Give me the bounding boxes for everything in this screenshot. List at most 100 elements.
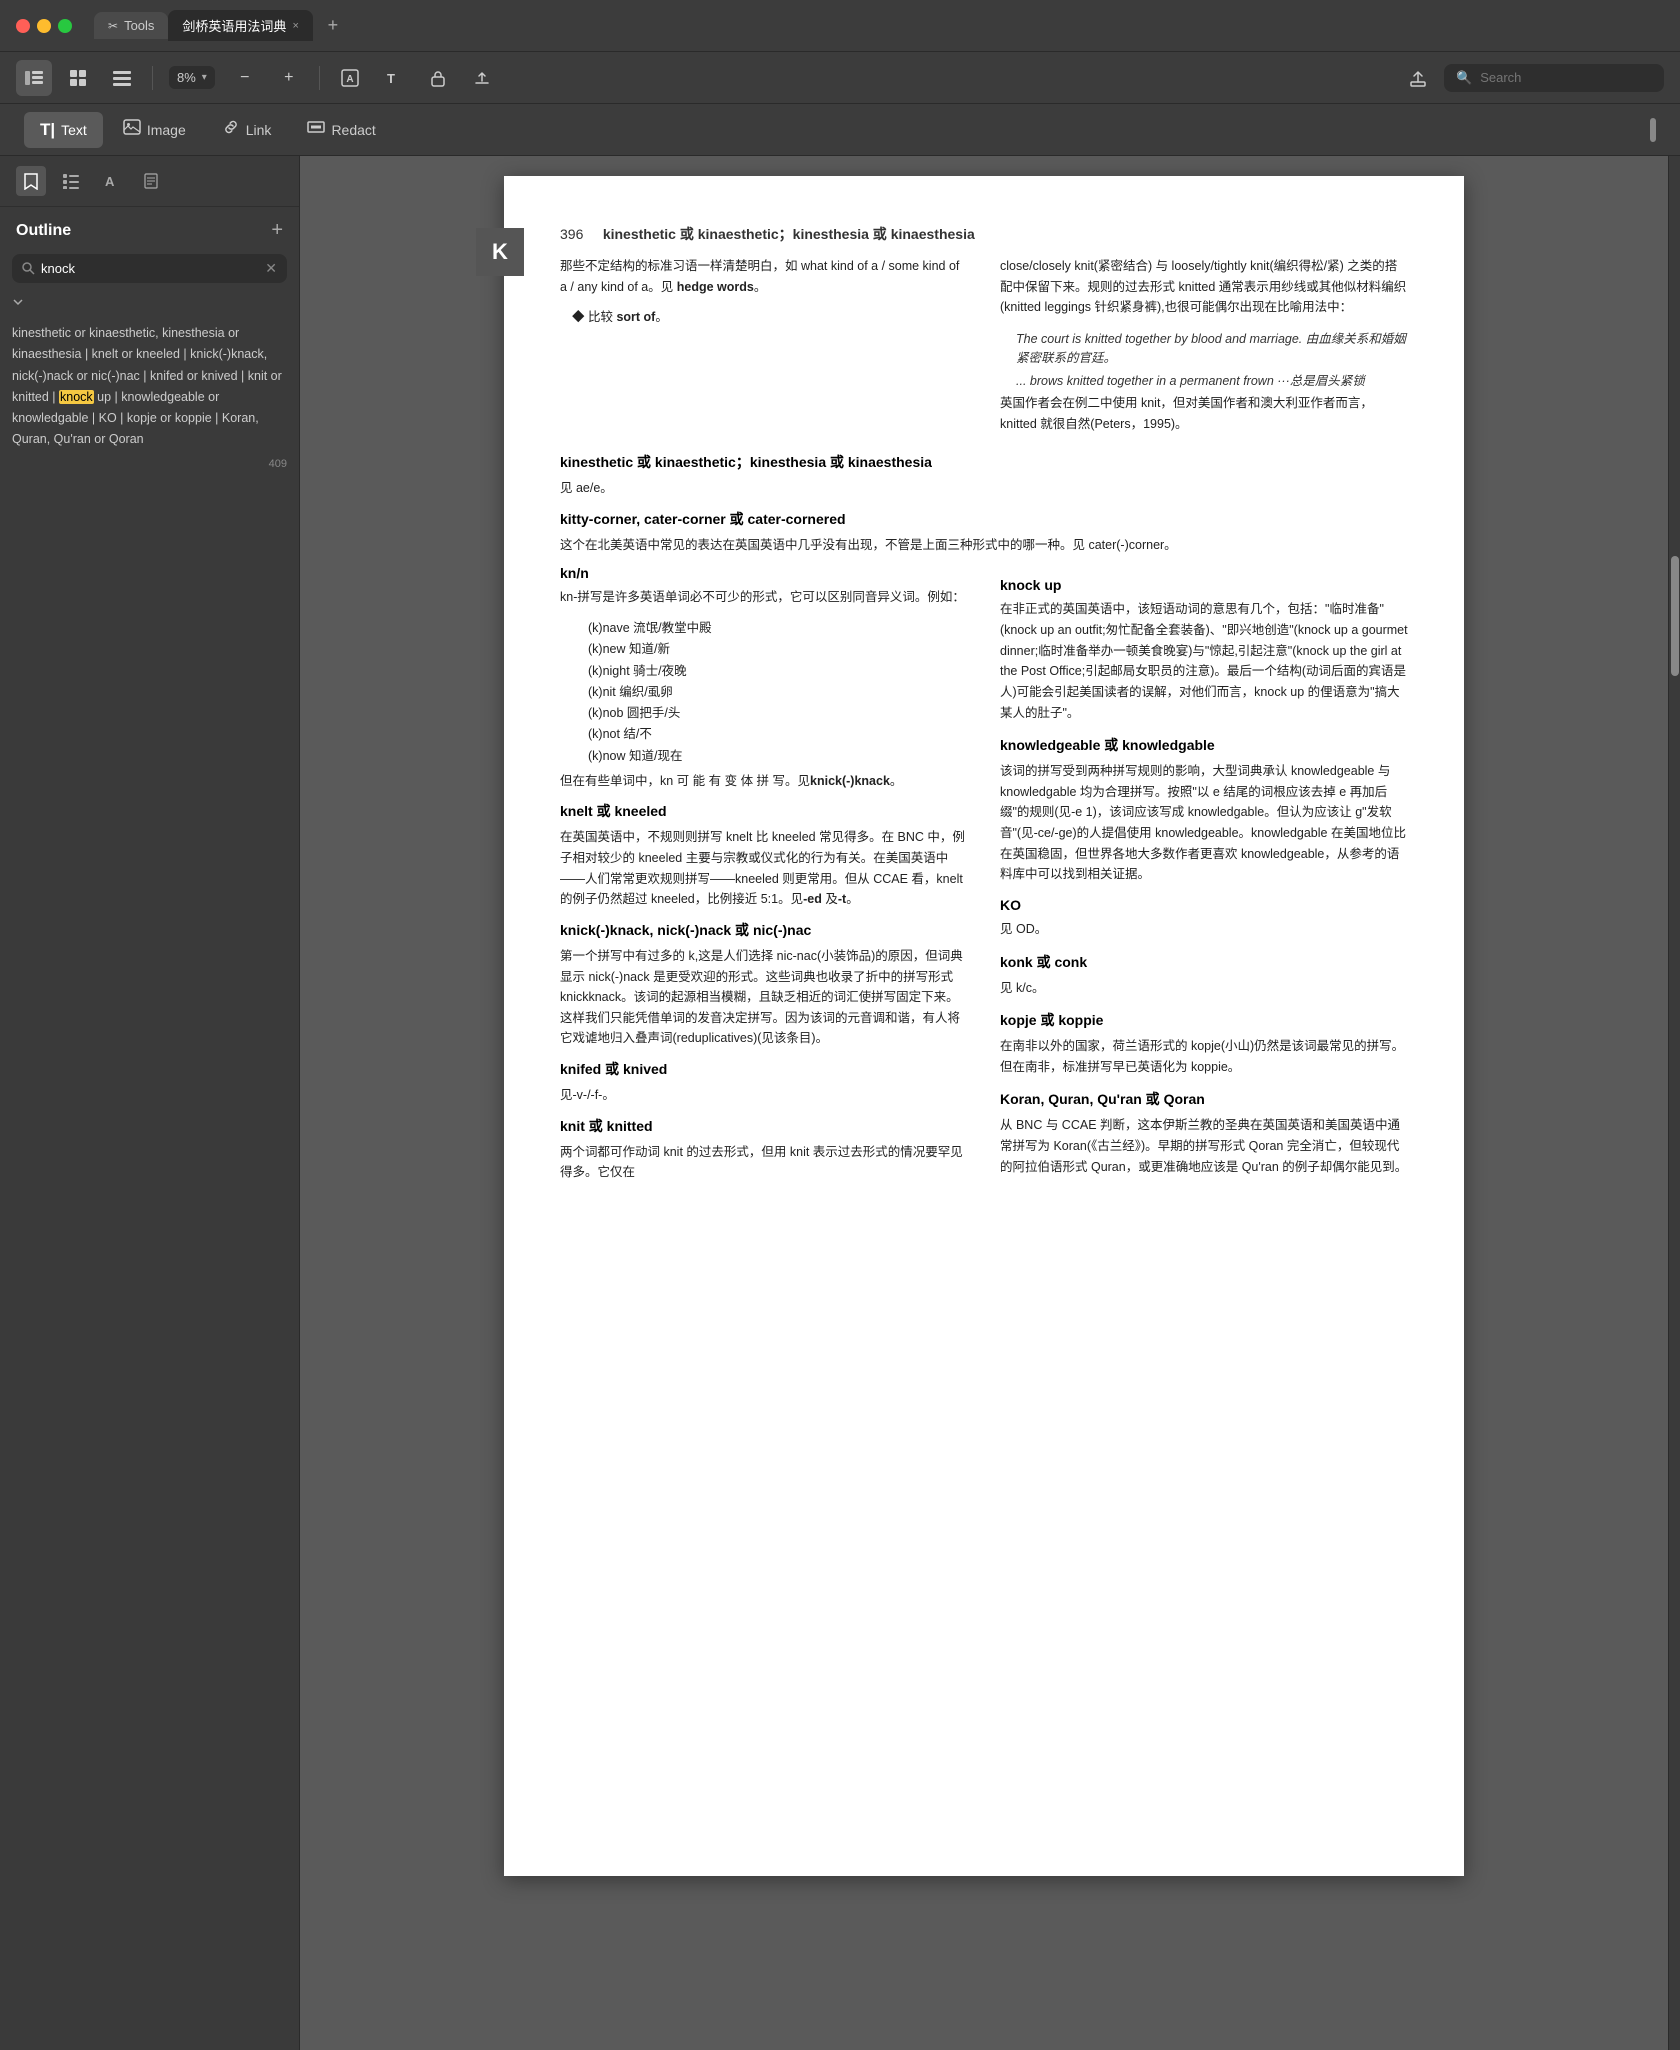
image-tool-label: Image xyxy=(147,122,186,138)
section2-sub: 见 ae/e。 xyxy=(560,478,1408,499)
fit-page-button[interactable]: A xyxy=(332,60,368,96)
tools-icon: ✂ xyxy=(108,19,118,33)
tab-dictionary[interactable]: 剑桥英语用法词典 × xyxy=(168,10,312,41)
zoom-value: 8% xyxy=(177,70,196,85)
title-bar: ✂ Tools 剑桥英语用法词典 × + xyxy=(0,0,1680,52)
main-layout: A Outline + ✕ kinesthetic or kinaestheti… xyxy=(0,156,1680,2050)
kn-item-5: (k)nob 圆把手/头 xyxy=(588,703,968,724)
ko-body: 见 OD。 xyxy=(1000,919,1408,940)
sidebar-tab-list[interactable] xyxy=(56,166,86,196)
sidebar-tab-text[interactable]: A xyxy=(96,166,126,196)
konk-body: 见 k/c。 xyxy=(1000,978,1408,999)
list-view-button[interactable] xyxy=(104,60,140,96)
kn-item-2: (k)new 知道/新 xyxy=(588,639,968,660)
konk-title: konk 或 conk xyxy=(1000,952,1408,972)
close-window-button[interactable] xyxy=(16,19,30,33)
tab-close-button[interactable]: × xyxy=(292,20,298,32)
koran-title: Koran, Quran, Qu'ran 或 Qoran xyxy=(1000,1089,1408,1109)
outline-expand-button[interactable] xyxy=(0,291,299,315)
search-input[interactable] xyxy=(1480,70,1640,85)
section1-col1-p2: ◆ 比较 sort of。 xyxy=(572,307,968,328)
section3-title: kitty-corner, cater-corner 或 cater-corne… xyxy=(560,509,1408,529)
section1-col2-p1: close/closely knit(紧密结合) 与 loosely/tight… xyxy=(1000,256,1408,318)
section1-title: kinesthetic 或 kinaesthetic；kinesthesia 或… xyxy=(603,226,975,242)
section4-p2: 但在有些单词中，kn 可 能 有 变 体 拼 写。见knick(-)knack。 xyxy=(560,771,968,792)
main-toolbar: 8% ▾ − + A T 🔍 xyxy=(0,52,1680,104)
svg-text:T: T xyxy=(387,71,395,86)
zoom-out-button[interactable]: − xyxy=(227,60,263,96)
outline-search-icon xyxy=(22,262,35,275)
knowledgeable-title: knowledgeable 或 knowledgable xyxy=(1000,735,1408,755)
kn-item-6: (k)not 结/不 xyxy=(588,724,968,745)
tab-tools[interactable]: ✂ Tools xyxy=(94,12,168,39)
sidebar-add-button[interactable]: + xyxy=(271,219,283,242)
sidebar-toggle-button[interactable] xyxy=(16,60,52,96)
section1-col-left: 那些不定结构的标准习语一样清楚明白，如 what kind of a / som… xyxy=(560,256,968,444)
knockup-body: 在非正式的英国英语中，该短语动词的意思有几个，包括："临时准备"(knock u… xyxy=(1000,599,1408,723)
lock-button[interactable] xyxy=(420,60,456,96)
tab-dictionary-label: 剑桥英语用法词典 xyxy=(182,16,286,35)
share-button[interactable] xyxy=(1400,60,1436,96)
text-tool-icon: T| xyxy=(40,120,55,140)
section6-body: 第一个拼写中有过多的 k,这是人们选择 nic-nac(小装饰品)的原因，但词典… xyxy=(560,946,968,1049)
sidebar-tab-bookmark[interactable] xyxy=(16,166,46,196)
kn-list: (k)nave 流氓/教堂中殿 (k)new 知道/新 (k)night 骑士/… xyxy=(560,618,968,767)
main-col-left: kn/n kn-拼写是许多英语单词必不可少的形式，它可以区别同音异义词。例如： … xyxy=(560,565,968,1193)
outline-content: kinesthetic or kinaesthetic, kinesthesia… xyxy=(0,315,299,2050)
section8-body: 两个词都可作动词 knit 的过去形式，但用 knit 表示过去形式的情况要罕见… xyxy=(560,1142,968,1183)
minimize-window-button[interactable] xyxy=(37,19,51,33)
grid-view-button[interactable] xyxy=(60,60,96,96)
section1-col2-p2: 英国作者会在例二中使用 knit，但对美国作者和澳大利亚作者而言，knitted… xyxy=(1000,393,1408,434)
sidebar: A Outline + ✕ kinesthetic or kinaestheti… xyxy=(0,156,300,2050)
zoom-control: 8% ▾ xyxy=(169,66,215,89)
image-tool-icon xyxy=(123,119,141,140)
knockup-title: knock up xyxy=(1000,577,1408,593)
koran-body: 从 BNC 与 CCAE 判断，这本伊斯兰教的圣典在英国英语和美国英语中通常拼写… xyxy=(1000,1115,1408,1177)
zoom-in-button[interactable]: + xyxy=(271,60,307,96)
search-box: 🔍 xyxy=(1444,64,1664,92)
svg-text:A: A xyxy=(105,174,115,189)
outline-search-clear[interactable]: ✕ xyxy=(265,260,277,277)
kn-item-3: (k)night 骑士/夜晚 xyxy=(588,661,968,682)
section7-title: knifed 或 knived xyxy=(560,1059,968,1079)
section-letter-marker: K xyxy=(476,228,524,276)
section1-col-right: close/closely knit(紧密结合) 与 loosely/tight… xyxy=(1000,256,1408,444)
sidebar-tab-page[interactable] xyxy=(136,166,166,196)
kn-item-7: (k)now 知道/现在 xyxy=(588,746,968,767)
zoom-dropdown-icon[interactable]: ▾ xyxy=(202,72,207,83)
redact-tool-label: Redact xyxy=(331,122,375,138)
link-tool[interactable]: Link xyxy=(206,111,288,148)
kn-item-4: (k)nit 编织/虱卵 xyxy=(588,682,968,703)
kn-item-1: (k)nave 流氓/教堂中殿 xyxy=(588,618,968,639)
secondary-toolbar: T| Text Image Link Redact xyxy=(0,104,1680,156)
content-area[interactable]: K 396 kinesthetic 或 kinaesthetic；kinesth… xyxy=(300,156,1668,2050)
knowledgeable-body: 该词的拼写受到两种拼写规则的影响，大型词典承认 knowledgeable 与 … xyxy=(1000,761,1408,885)
document-page: K 396 kinesthetic 或 kinaesthetic；kinesth… xyxy=(504,176,1464,1876)
section1-italic1: The court is knitted together by blood a… xyxy=(1000,328,1408,366)
right-scroll-panel[interactable] xyxy=(1668,156,1680,2050)
section8-title: knit 或 knitted xyxy=(560,1116,968,1136)
kopje-body: 在南非以外的国家，荷兰语形式的 kopje(小山)仍然是该词最常见的拼写。但在南… xyxy=(1000,1036,1408,1077)
outline-search-input[interactable] xyxy=(41,261,259,276)
text-tool[interactable]: T| Text xyxy=(24,112,103,148)
sidebar-tab-row: A xyxy=(0,156,299,207)
fullscreen-window-button[interactable] xyxy=(58,19,72,33)
tab-add-button[interactable]: + xyxy=(319,12,347,40)
redact-tool[interactable]: Redact xyxy=(291,111,391,148)
text-tool-label: Text xyxy=(61,122,87,138)
section1-col1-p1: 那些不定结构的标准习语一样清楚明白，如 what kind of a / som… xyxy=(560,256,968,297)
sidebar-header: Outline + xyxy=(0,207,299,250)
link-tool-icon xyxy=(222,119,240,140)
section2-title: kinesthetic 或 kinaesthetic；kinesthesia 或… xyxy=(560,452,1408,472)
section6-title: knick(-)knack, nick(-)nack 或 nic(-)nac xyxy=(560,920,968,940)
text-size-button[interactable]: T xyxy=(376,60,412,96)
main-two-col: kn/n kn-拼写是许多英语单词必不可少的形式，它可以区别同音异义词。例如： … xyxy=(560,565,1408,1193)
upload-button[interactable] xyxy=(464,60,500,96)
svg-text:A: A xyxy=(346,74,353,85)
section5-title: knelt 或 kneeled xyxy=(560,801,968,821)
highlight-knock: knock xyxy=(59,390,94,404)
image-tool[interactable]: Image xyxy=(107,111,202,148)
outline-search-box: ✕ xyxy=(12,254,287,283)
link-tool-label: Link xyxy=(246,122,272,138)
sidebar-title: Outline xyxy=(16,222,71,240)
